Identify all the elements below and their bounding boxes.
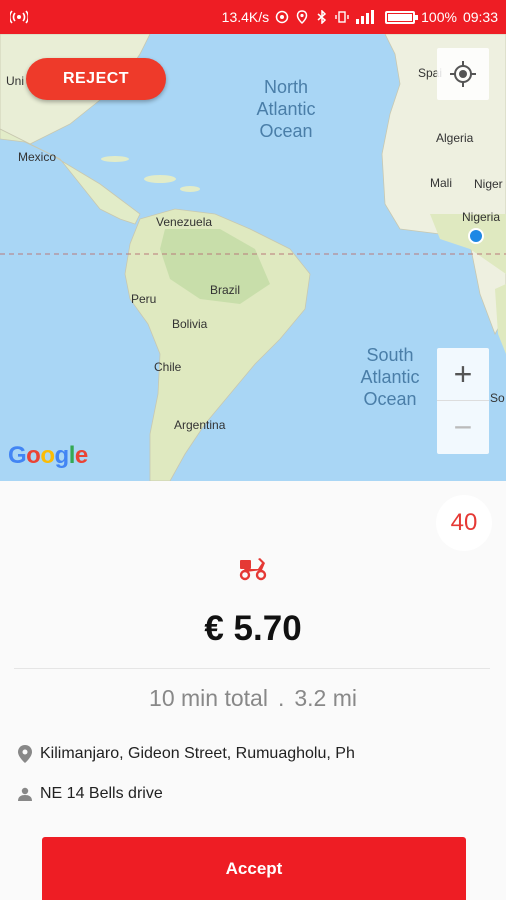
dropoff-address: NE 14 Bells drive bbox=[40, 785, 163, 802]
pickup-address: Kilimanjaro, Gideon Street, Rumuagholu, … bbox=[40, 745, 355, 762]
crosshair-icon bbox=[450, 61, 476, 87]
pickup-row: Kilimanjaro, Gideon Street, Rumuagholu, … bbox=[18, 745, 355, 763]
status-bar: 13.4K/s 100% 09:33 bbox=[0, 0, 506, 34]
label-nigeria: Nigeria bbox=[462, 210, 501, 224]
reject-button[interactable]: REJECT bbox=[26, 58, 166, 100]
label-venezuela: Venezuela bbox=[156, 215, 213, 229]
current-location-marker bbox=[468, 228, 484, 244]
clock: 09:33 bbox=[462, 9, 498, 25]
zoom-controls: + − bbox=[437, 348, 489, 454]
label-peru: Peru bbox=[131, 292, 157, 306]
label-niger: Niger bbox=[474, 177, 503, 191]
accept-button[interactable]: Accept bbox=[42, 837, 466, 900]
location-status-icon bbox=[296, 10, 308, 24]
broadcast-icon bbox=[10, 10, 28, 24]
label-us: Uni bbox=[6, 74, 25, 88]
label-algeria: Algeria bbox=[436, 131, 474, 145]
signal-icon bbox=[356, 10, 375, 24]
fare-price: € 5.70 bbox=[204, 609, 302, 648]
google-logo: Google bbox=[8, 442, 88, 469]
label-argentina: Argentina bbox=[174, 418, 226, 432]
label-mali: Mali bbox=[430, 176, 453, 190]
label-mexico: Mexico bbox=[18, 150, 57, 164]
battery-icon bbox=[385, 10, 419, 24]
label-bolivia: Bolivia bbox=[172, 317, 208, 331]
label-chile: Chile bbox=[154, 360, 182, 374]
map-view[interactable]: Uni Mexico Venezuela Peru Brazil Bolivia… bbox=[0, 34, 506, 481]
order-panel: 40 € 5.70 10 min total. 3.2 mi Kilimanjar… bbox=[0, 481, 506, 900]
trip-duration: 10 min total bbox=[149, 685, 268, 711]
scooter-icon bbox=[239, 558, 267, 581]
person-icon bbox=[18, 787, 32, 801]
zoom-out-button[interactable]: − bbox=[437, 401, 489, 454]
label-south-atlantic: South Atlantic Ocean bbox=[360, 345, 420, 409]
countdown-timer: 40 bbox=[436, 495, 492, 551]
vibrate-icon bbox=[335, 11, 349, 23]
trip-separator: . bbox=[277, 685, 285, 711]
trip-distance: 3.2 mi bbox=[294, 685, 357, 711]
label-north-atlantic: North Atlantic Ocean bbox=[256, 77, 316, 141]
hotspot-icon bbox=[275, 10, 289, 24]
map-pin-icon bbox=[18, 745, 32, 763]
trip-info: 10 min total. 3.2 mi bbox=[0, 685, 506, 712]
bluetooth-icon bbox=[317, 10, 327, 24]
battery-percent: 100% bbox=[421, 9, 457, 25]
label-south-edge: So bbox=[490, 391, 505, 405]
label-brazil: Brazil bbox=[210, 283, 241, 297]
divider bbox=[14, 668, 490, 669]
zoom-in-button[interactable]: + bbox=[437, 348, 489, 401]
dropoff-row: NE 14 Bells drive bbox=[18, 785, 163, 803]
network-speed: 13.4K/s bbox=[221, 9, 270, 25]
my-location-button[interactable] bbox=[437, 48, 489, 100]
